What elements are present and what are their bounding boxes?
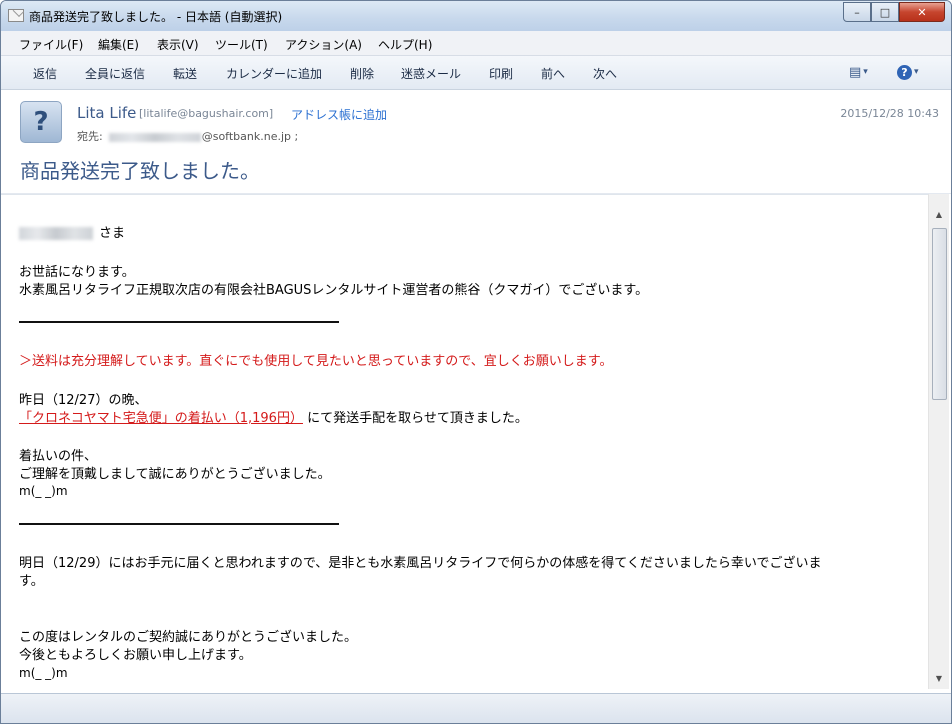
cod-line-2: ご理解を頂戴しまして誠にありがとうございました。	[19, 467, 331, 482]
view-icon: ▤	[849, 64, 862, 80]
minimize-button[interactable]: –	[843, 2, 871, 22]
scroll-thumb[interactable]	[932, 228, 947, 400]
chevron-down-icon: ▾	[863, 67, 868, 77]
quoted-message: ＞送料は充分理解しています。直ぐにでも使用して見たいと思っていますので、宜しくお…	[19, 354, 613, 369]
salutation: さま	[19, 222, 125, 241]
message-header: ? Lita Life [litalife@bagushair.com] アドレ…	[1, 90, 951, 194]
subject: 商品発送完了致しました。	[20, 159, 260, 183]
thanks-line-1: この度はレンタルのご契約誠にありがとうございました。	[19, 630, 358, 645]
intro: 水素風呂リタライフ正規取次店の有限会社BAGUSレンタルサイト運営者の熊谷（クマ…	[19, 283, 649, 298]
tomorrow-line-1: 明日（12/29）にはお手元に届くと思われますので、是非とも水素風呂リタライフで…	[19, 556, 822, 571]
yesterday-text: 昨日（12/27）の晩、	[19, 393, 148, 408]
shipping-line: 「クロネコヤマト宅急便」の着払い（1,196円） にて発送手配を取らせて頂きまし…	[19, 407, 528, 426]
to-label: 宛先:	[77, 130, 103, 143]
forward-button[interactable]: 転送	[173, 65, 197, 82]
window-controls: – □ ✕	[843, 2, 945, 22]
scroll-up-icon[interactable]: ▲	[929, 206, 949, 223]
sent-date: 2015/12/28 10:43	[840, 107, 939, 120]
scroll-down-icon[interactable]: ▼	[929, 670, 949, 687]
menu-action[interactable]: アクション(A)	[285, 36, 362, 53]
redacted-name	[19, 227, 93, 240]
print-button[interactable]: 印刷	[489, 65, 513, 82]
title-bar[interactable]: 商品発送完了致しました。 - 日本語 (自動選択) – □ ✕	[1, 1, 951, 31]
menu-tools[interactable]: ツール(T)	[215, 36, 268, 53]
redacted-recipient	[108, 132, 201, 142]
maximize-button[interactable]: □	[871, 2, 899, 22]
chevron-down-icon: ▾	[914, 67, 919, 77]
window-title: 商品発送完了致しました。 - 日本語 (自動選択)	[29, 10, 283, 24]
reply-button[interactable]: 返信	[33, 65, 57, 82]
emoticon: m(_ _)m	[19, 484, 68, 498]
shipping-rest: にて発送手配を取らせて頂きました。	[307, 411, 528, 426]
menu-file[interactable]: ファイル(F)	[19, 36, 83, 53]
vertical-scrollbar[interactable]: ▲ ▼	[928, 194, 949, 689]
junk-button[interactable]: 迷惑メール	[401, 65, 461, 82]
shipping-link[interactable]: 「クロネコヤマト宅急便」の着払い（1,196円）	[19, 411, 303, 426]
thanks-line-2: 今後ともよろしくお願い申し上げます。	[19, 648, 252, 663]
help-button[interactable]: ? ▾	[897, 64, 927, 80]
add-to-calendar-button[interactable]: カレンダーに追加	[226, 65, 322, 82]
status-bar	[1, 693, 951, 723]
message-body: さま お世話になります。 水素風呂リタライフ正規取次店の有限会社BAGUSレンタ…	[1, 194, 929, 690]
greeting: お世話になります。	[19, 265, 135, 280]
mail-window: 商品発送完了致しました。 - 日本語 (自動選択) – □ ✕ ファイル(F) …	[0, 0, 952, 724]
cod-line-1: 着払いの件、	[19, 449, 98, 464]
next-button[interactable]: 次へ	[593, 65, 617, 82]
toolbar: 返信 全員に返信 転送 カレンダーに追加 削除 迷惑メール 印刷 前へ 次へ ▤…	[1, 56, 951, 90]
divider	[19, 523, 339, 525]
menu-edit[interactable]: 編集(E)	[98, 36, 139, 53]
divider	[19, 321, 339, 323]
menu-view[interactable]: 表示(V)	[157, 36, 199, 53]
sender-name[interactable]: Lita Life	[77, 104, 136, 122]
recipient-domain[interactable]: @softbank.ne.jp ;	[202, 130, 299, 143]
delete-button[interactable]: 削除	[350, 65, 374, 82]
contact-avatar: ?	[20, 101, 62, 143]
reply-all-button[interactable]: 全員に返信	[85, 65, 145, 82]
envelope-icon	[8, 9, 24, 22]
salutation-suffix: さま	[99, 226, 126, 241]
close-button[interactable]: ✕	[899, 2, 945, 22]
view-options-button[interactable]: ▤ ▾	[849, 64, 879, 80]
tomorrow-line-2: す。	[19, 574, 44, 589]
menu-help[interactable]: ヘルプ(H)	[378, 36, 432, 53]
add-to-contacts-link[interactable]: アドレス帳に追加	[291, 106, 387, 123]
help-icon: ?	[897, 64, 912, 80]
recipient-row: 宛先: @softbank.ne.jp ;	[77, 128, 298, 144]
sender-email: [litalife@bagushair.com]	[139, 107, 274, 120]
emoticon: m(_ _)m	[19, 666, 68, 680]
menu-bar: ファイル(F) 編集(E) 表示(V) ツール(T) アクション(A) ヘルプ(…	[1, 31, 951, 56]
previous-button[interactable]: 前へ	[541, 65, 565, 82]
